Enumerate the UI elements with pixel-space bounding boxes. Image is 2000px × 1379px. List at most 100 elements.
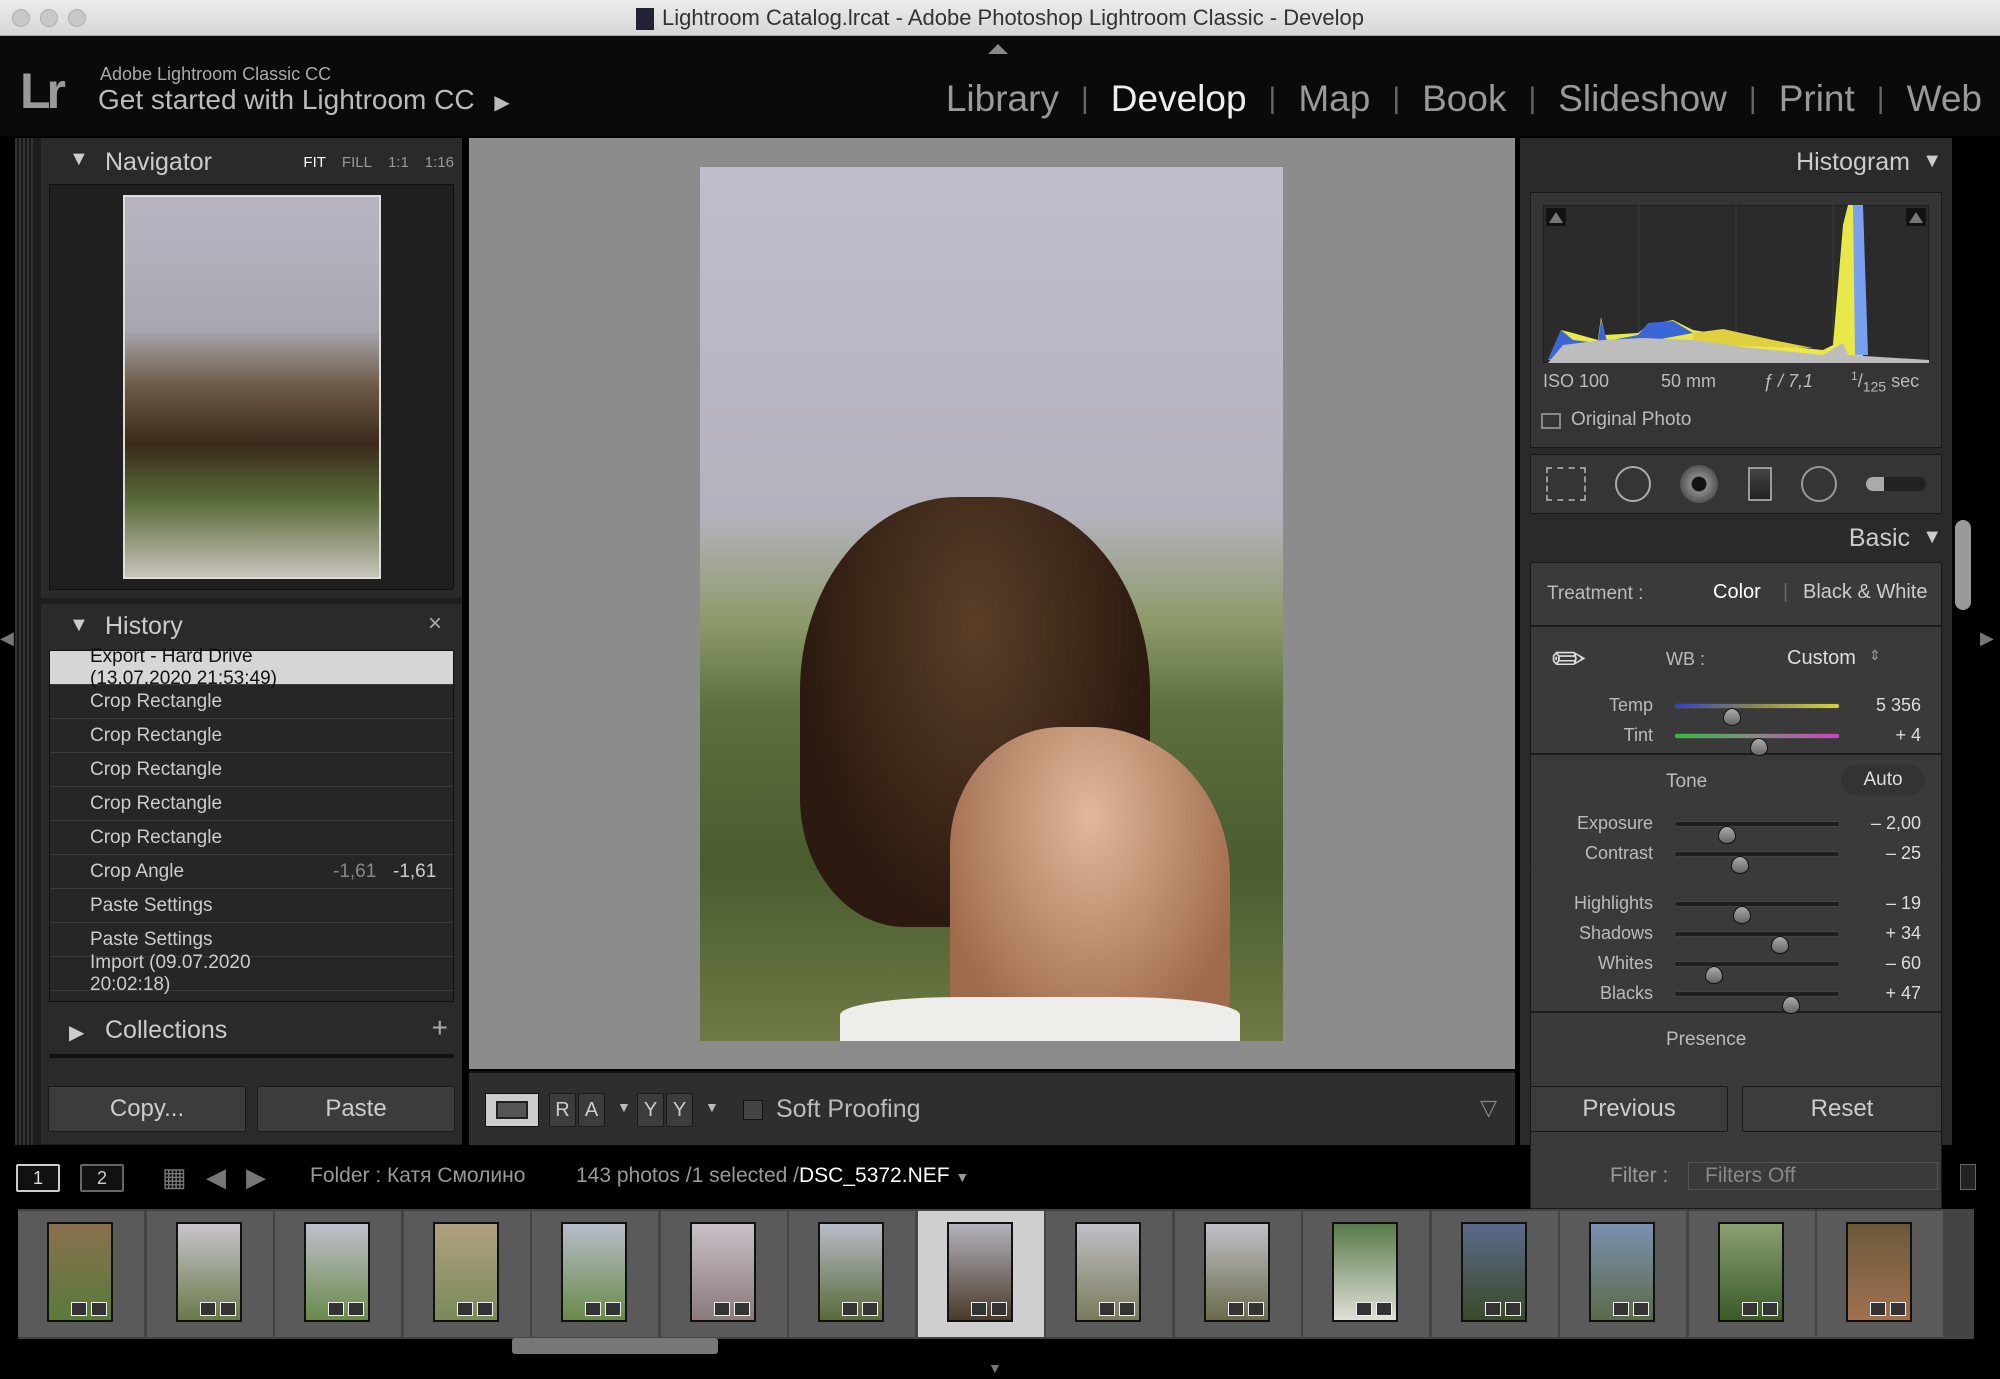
original-photo-checkbox[interactable]	[1541, 413, 1561, 429]
add-collection-button[interactable]: +	[432, 1012, 448, 1044]
module-book[interactable]: Book	[1422, 78, 1506, 120]
filter-select[interactable]: Filters Off	[1688, 1162, 1938, 1190]
wb-select[interactable]: Custom	[1787, 647, 1856, 670]
slider-shadows[interactable]: Shadows + 34	[1531, 919, 1941, 954]
module-print[interactable]: Print	[1779, 78, 1855, 120]
treatment-color-option[interactable]: Color	[1713, 581, 1761, 604]
filmstrip-thumbnail[interactable]	[1560, 1211, 1687, 1337]
filmstrip-thumbnail[interactable]	[1817, 1211, 1944, 1337]
right-panel-toggle-icon[interactable]: ▶	[1980, 628, 1994, 649]
zoom-option-1-1[interactable]: 1:1	[388, 154, 409, 171]
auto-tone-button[interactable]: Auto	[1841, 765, 1925, 795]
collapse-triangle-icon[interactable]: ▼	[1922, 150, 1942, 173]
graduated-filter-icon[interactable]	[1747, 467, 1772, 501]
slider-blacks[interactable]: Blacks + 47	[1531, 979, 1941, 1014]
soft-proofing-checkbox[interactable]	[743, 1100, 763, 1120]
module-develop[interactable]: Develop	[1111, 78, 1247, 120]
history-item[interactable]: Crop Rectangle	[50, 685, 453, 719]
slider-contrast[interactable]: Contrast – 25	[1531, 839, 1941, 874]
before-after-yy-button[interactable]: YY	[637, 1093, 693, 1127]
history-item[interactable]: Crop Rectangle	[50, 753, 453, 787]
module-web[interactable]: Web	[1907, 78, 1982, 120]
module-map[interactable]: Map	[1298, 78, 1370, 120]
history-item[interactable]: Paste Settings	[50, 889, 453, 923]
zoom-option-fit[interactable]: FIT	[303, 154, 326, 171]
grid-view-icon[interactable]: ▦	[162, 1162, 187, 1193]
filmstrip-thumbnail[interactable]	[146, 1211, 274, 1337]
filmstrip-thumbnail[interactable]	[275, 1211, 402, 1337]
history-item[interactable]: Crop Angle -1,61 -1,61	[50, 855, 453, 889]
collapse-triangle-icon[interactable]: ▼	[69, 148, 89, 171]
filmstrip-scrollbar[interactable]	[512, 1338, 718, 1354]
slider-knob[interactable]	[1749, 738, 1768, 756]
slider-knob[interactable]	[1730, 856, 1749, 874]
history-item[interactable]: Crop Rectangle	[50, 787, 453, 821]
history-item[interactable]: Import (09.07.2020 20:02:18)	[50, 952, 453, 995]
filmstrip-thumbnail[interactable]	[660, 1211, 788, 1337]
spot-removal-icon[interactable]	[1614, 466, 1651, 502]
radial-filter-icon[interactable]	[1800, 466, 1837, 502]
collapse-top-icon[interactable]	[988, 44, 1008, 54]
filter-lock-icon[interactable]	[1960, 1164, 1976, 1190]
history-item[interactable]: Export - Hard Drive (13.07.2020 21:53:49…	[50, 646, 453, 689]
filmstrip-thumbnail[interactable]	[403, 1211, 531, 1337]
slider-knob[interactable]	[1781, 996, 1800, 1014]
loupe-view-button[interactable]	[485, 1093, 539, 1127]
slider-tint[interactable]: Tint + 4	[1531, 721, 1941, 756]
filmstrip-thumbnail[interactable]	[18, 1211, 145, 1337]
collapse-triangle-icon[interactable]: ▼	[69, 614, 89, 637]
paste-button[interactable]: Paste	[257, 1086, 455, 1132]
filmstrip-thumbnail[interactable]	[532, 1211, 659, 1337]
slider-track[interactable]	[1674, 851, 1840, 874]
filmstrip-thumbnail[interactable]	[1688, 1211, 1816, 1337]
filmstrip-thumbnail[interactable]	[789, 1211, 916, 1337]
zoom-window-button[interactable]	[68, 9, 86, 27]
zoom-option-1-16[interactable]: 1:16	[425, 154, 454, 171]
clear-history-icon[interactable]: ×	[428, 610, 442, 638]
slider-track[interactable]	[1674, 703, 1840, 726]
slider-value[interactable]: 5 356	[1876, 695, 1921, 716]
slider-temp[interactable]: Temp 5 356	[1531, 691, 1941, 726]
slider-track[interactable]	[1674, 961, 1840, 984]
slider-whites[interactable]: Whites – 60	[1531, 949, 1941, 984]
right-panel-scrollbar[interactable]	[1955, 520, 1971, 610]
before-after-ra-button[interactable]: RA	[549, 1093, 605, 1127]
collapse-bottom-icon[interactable]: ▼	[988, 1360, 1002, 1376]
main-photo[interactable]	[700, 167, 1283, 1041]
slider-value[interactable]: + 34	[1885, 923, 1921, 944]
slider-track[interactable]	[1674, 821, 1840, 844]
filmstrip-thumbnail[interactable]	[917, 1211, 1045, 1337]
slider-value[interactable]: – 60	[1886, 953, 1921, 974]
copy-button[interactable]: Copy...	[48, 1086, 246, 1132]
expand-triangle-icon[interactable]: ▶	[69, 1020, 84, 1045]
slider-track[interactable]	[1674, 931, 1840, 954]
navigator-preview[interactable]	[49, 184, 454, 590]
identity-line2[interactable]: Get started with Lightroom CC ▶	[98, 84, 510, 116]
slider-value[interactable]: – 2,00	[1871, 813, 1921, 834]
selected-filename[interactable]: DSC_5372.NEF	[799, 1164, 950, 1187]
back-arrow-icon[interactable]: ◀	[206, 1162, 226, 1193]
forward-arrow-icon[interactable]: ▶	[246, 1162, 266, 1193]
slider-track[interactable]	[1674, 733, 1840, 756]
slider-value[interactable]: – 25	[1886, 843, 1921, 864]
reset-button[interactable]: Reset	[1742, 1086, 1942, 1132]
dropdown-arrow-icon[interactable]: ▼	[617, 1099, 631, 1115]
slider-value[interactable]: – 19	[1886, 893, 1921, 914]
histogram-graph[interactable]	[1543, 205, 1929, 363]
crop-overlay-icon[interactable]	[1545, 467, 1586, 501]
secondary-window-button[interactable]: 2	[80, 1164, 124, 1192]
slider-value[interactable]: + 4	[1895, 725, 1921, 746]
previous-button[interactable]: Previous	[1530, 1086, 1728, 1132]
slider-exposure[interactable]: Exposure – 2,00	[1531, 809, 1941, 844]
left-panel-edge[interactable]	[15, 138, 33, 1145]
get-started-link[interactable]: Get started with Lightroom CC	[98, 84, 475, 115]
minimize-window-button[interactable]	[40, 9, 58, 27]
zoom-option-fill[interactable]: FILL	[342, 154, 372, 171]
filmstrip-thumbnail[interactable]	[1046, 1211, 1173, 1337]
slider-track[interactable]	[1674, 991, 1840, 1014]
filmstrip-thumbnail[interactable]	[1174, 1211, 1302, 1337]
main-window-button[interactable]: 1	[16, 1164, 60, 1192]
treatment-bw-option[interactable]: Black & White	[1803, 581, 1927, 604]
left-panel-toggle-icon[interactable]: ◀	[0, 628, 14, 649]
slider-highlights[interactable]: Highlights – 19	[1531, 889, 1941, 924]
